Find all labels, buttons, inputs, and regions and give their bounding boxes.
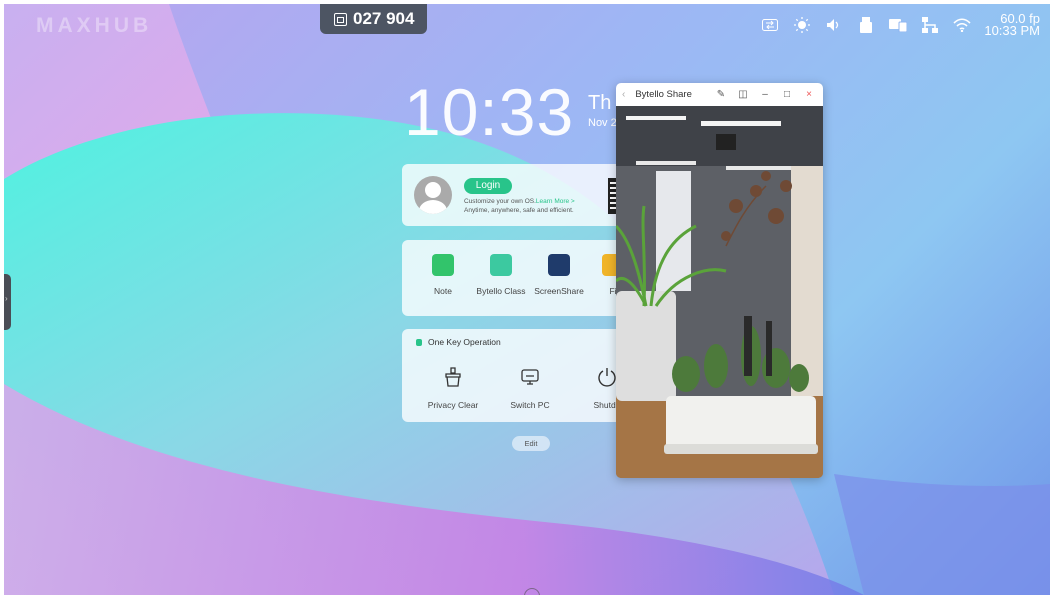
login-tip: Customize your own OS.Learn More > — [464, 198, 575, 205]
desktop-screen: MAXHUB 027 904 60.0 fp 10:33 PM 10:33 Th… — [4, 4, 1050, 595]
bytello-share-window: ‹ Bytello Share ✎ ◫ – □ × — [616, 83, 823, 478]
pin-icon[interactable]: ✎ — [713, 89, 729, 100]
screen-code: 027 904 — [353, 9, 415, 28]
usb-icon[interactable] — [856, 16, 876, 34]
maximize-icon[interactable]: □ — [779, 89, 795, 100]
ops-title: One Key Operation — [416, 337, 501, 347]
home-clock: 10:33 — [404, 75, 575, 149]
share-titlebar[interactable]: ‹ Bytello Share ✎ ◫ – □ × — [616, 83, 823, 106]
display-icon[interactable] — [888, 16, 908, 34]
login-tip-2: Anytime, anywhere, safe and efficient. — [464, 207, 574, 214]
op-privacy-clear[interactable]: Privacy Clear — [418, 367, 488, 410]
close-icon[interactable]: × — [801, 89, 817, 100]
login-button[interactable]: Login — [464, 178, 512, 194]
apps-card: Note Bytello Class ScreenShare Fi — [402, 240, 642, 316]
screen-code-icon — [334, 12, 347, 26]
brand-logo: MAXHUB — [36, 14, 153, 37]
system-tray: 60.0 fp 10:33 PM — [760, 4, 1050, 46]
login-card: Login Customize your own OS.Learn More >… — [402, 164, 642, 226]
broom-icon — [445, 367, 461, 387]
edit-button[interactable]: Edit — [512, 436, 550, 451]
monitor-icon — [521, 369, 539, 385]
shield-icon — [416, 338, 422, 346]
screenshare-icon — [548, 254, 570, 276]
screen-code-pill[interactable]: 027 904 — [320, 4, 427, 34]
split-icon[interactable]: ◫ — [735, 89, 751, 100]
home-date: Nov 2 — [588, 117, 617, 129]
tray-time: 10:33 PM — [984, 23, 1040, 38]
wifi-icon[interactable] — [952, 16, 972, 34]
chevron-right-icon: › — [5, 294, 8, 303]
sidebar-handle[interactable]: › — [4, 274, 11, 330]
note-icon — [432, 254, 454, 276]
back-icon[interactable]: ‹ — [622, 89, 625, 100]
minimize-icon[interactable]: – — [757, 89, 773, 100]
book-icon — [490, 254, 512, 276]
one-key-operation-card: One Key Operation Privacy Clear Switch P… — [402, 329, 642, 422]
network-icon[interactable] — [920, 16, 940, 34]
avatar[interactable] — [414, 176, 452, 214]
power-icon — [598, 368, 616, 387]
op-switch-pc[interactable]: Switch PC — [495, 367, 565, 410]
brightness-icon[interactable] — [792, 16, 812, 34]
share-title: Bytello Share — [635, 89, 692, 100]
shared-camera-feed — [616, 106, 823, 478]
clock-tray: 60.0 fp 10:33 PM — [984, 12, 1040, 38]
home-day: Th — [588, 92, 612, 114]
learn-more-link[interactable]: Learn More > — [536, 198, 575, 205]
switch-icon[interactable] — [760, 16, 780, 34]
volume-icon[interactable] — [824, 16, 844, 34]
